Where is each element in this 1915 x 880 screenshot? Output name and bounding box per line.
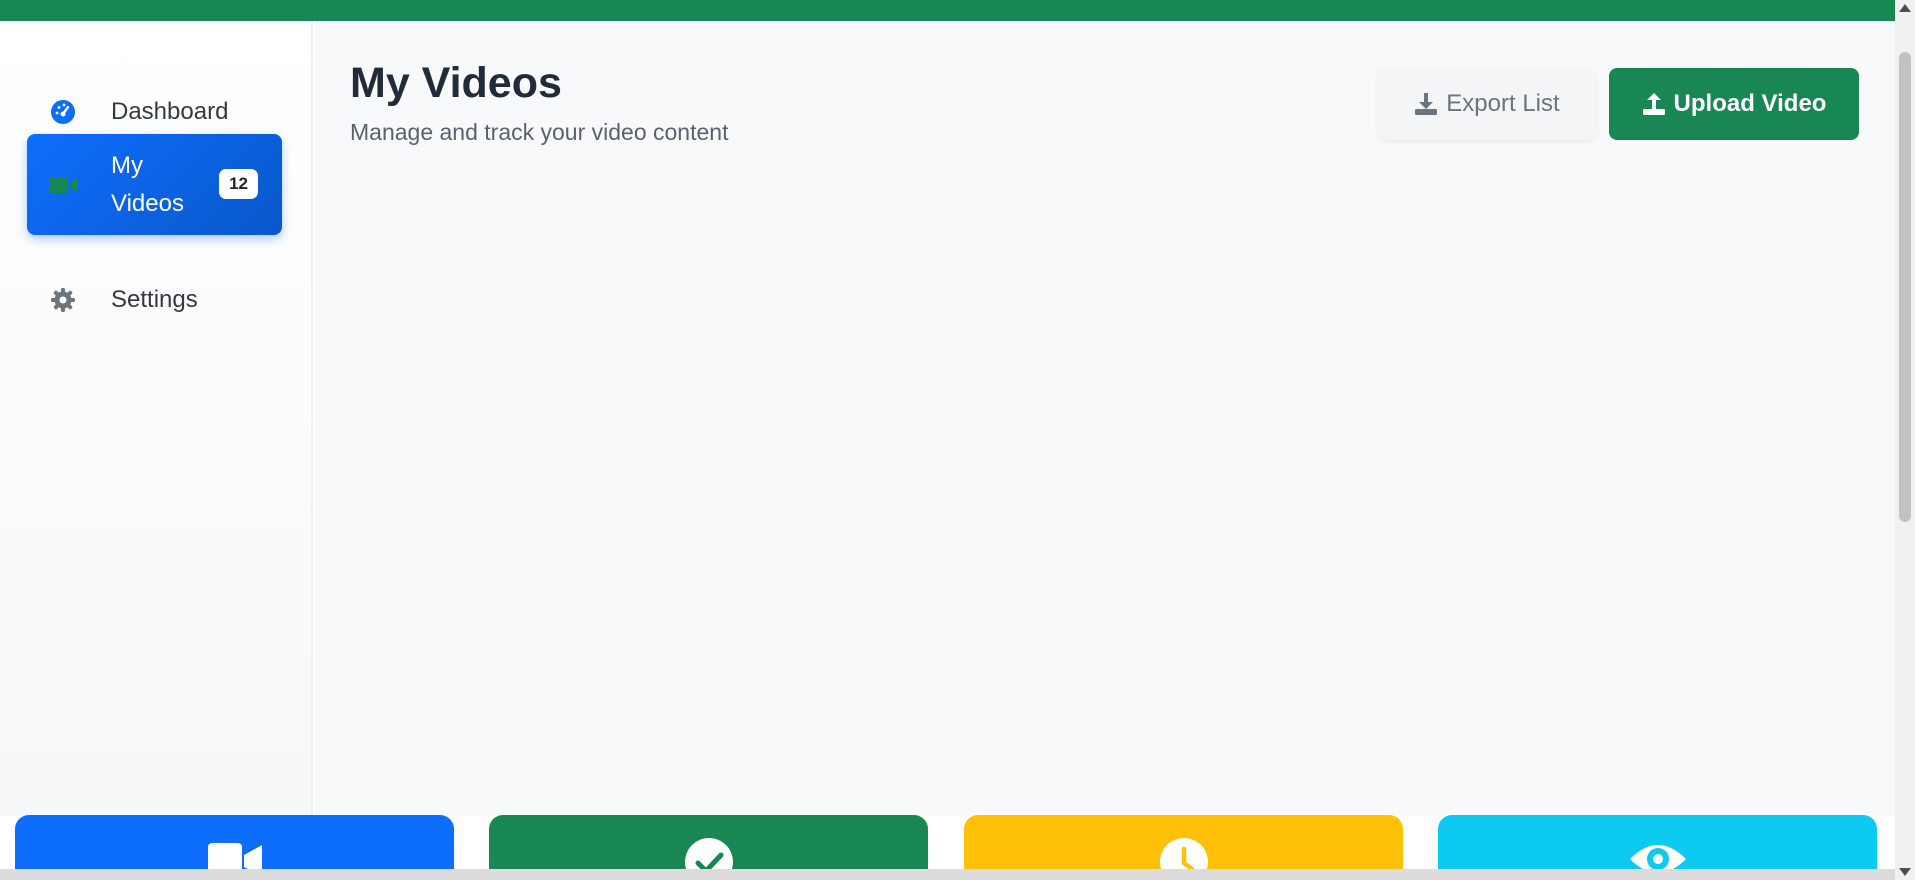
scroll-up-arrow-icon[interactable] [1899, 4, 1911, 12]
upload-icon [1642, 92, 1666, 116]
bottom-strip [0, 869, 1895, 880]
download-icon [1414, 92, 1438, 116]
sidebar: Dashboard My Videos 12 Settings [0, 21, 313, 816]
sidebar-item-settings[interactable]: Settings [27, 261, 282, 339]
sidebar-item-label: Dashboard [111, 98, 229, 125]
main-content: My Videos Manage and track your video co… [315, 21, 1895, 816]
gear-icon [45, 282, 81, 318]
export-list-button[interactable]: Export List [1378, 68, 1596, 140]
sidebar-item-my-videos[interactable]: My Videos 12 [27, 134, 282, 235]
sidebar-item-label: My Videos [111, 151, 184, 217]
stat-card-pending [964, 815, 1403, 875]
video-camera-icon [45, 167, 81, 203]
scrollbar-thumb[interactable] [1899, 52, 1911, 522]
top-bar [0, 0, 1895, 21]
video-count-badge: 12 [219, 169, 258, 199]
upload-video-label: Upload Video [1673, 90, 1827, 117]
stat-card-views [1438, 815, 1877, 875]
scroll-down-arrow-icon[interactable] [1899, 868, 1911, 876]
page-title: My Videos [350, 59, 562, 107]
page-subtitle: Manage and track your video content [350, 119, 729, 145]
sidebar-item-label: Settings [111, 286, 198, 313]
gauge-icon [45, 94, 81, 130]
vertical-scrollbar[interactable] [1895, 0, 1915, 880]
upload-video-button[interactable]: Upload Video [1609, 68, 1859, 140]
stat-card-published [489, 815, 928, 875]
export-list-label: Export List [1446, 90, 1560, 117]
stat-card-total-videos [15, 815, 454, 875]
